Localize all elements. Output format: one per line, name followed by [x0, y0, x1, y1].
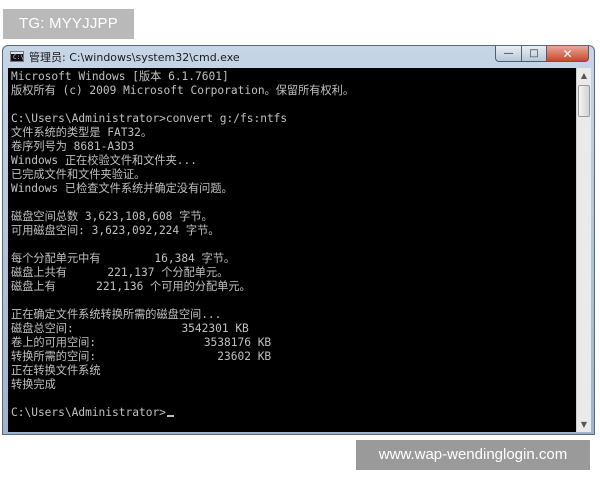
console-output[interactable]: Microsoft Windows [版本 6.1.7601] 版权所有 (c) …: [8, 68, 576, 432]
cmd-window: C:\ 管理员: C:\windows\system32\cmd.exe — □…: [2, 45, 595, 435]
console-line: 磁盘上有 221,136 个可用的分配单元。: [11, 280, 251, 293]
console-line: 磁盘总空间: 3542301 KB: [11, 322, 249, 335]
console-line: 正在确定文件系统转换所需的磁盘空间...: [11, 308, 222, 321]
console-lines: Microsoft Windows [版本 6.1.7601] 版权所有 (c) …: [8, 68, 576, 420]
console-line: 版权所有 (c) 2009 Microsoft Corporation。保留所有…: [11, 84, 355, 97]
console-line: 正在转换文件系统: [11, 364, 101, 377]
console-line: 转换所需的空间: 23602 KB: [11, 350, 272, 363]
scroll-thumb[interactable]: [578, 85, 590, 117]
console-line: 可用磁盘空间: 3,623,092,224 字节。: [11, 224, 220, 237]
console-line: 已完成文件和文件夹验证。: [11, 168, 146, 181]
console-line: C:\Users\Administrator>: [11, 406, 576, 420]
close-button[interactable]: ✕: [547, 46, 589, 62]
console-line: C:\Users\Administrator>convert g:/fs:ntf…: [11, 112, 288, 125]
minimize-icon: —: [503, 48, 514, 59]
minimize-button[interactable]: —: [495, 46, 522, 62]
console-line: Microsoft Windows [版本 6.1.7601]: [11, 70, 229, 83]
console-line: 卷上的可用空间: 3538176 KB: [11, 336, 272, 349]
console-line: Windows 正在校验文件和文件夹...: [11, 154, 197, 167]
maximize-button[interactable]: □: [522, 46, 547, 62]
watermark: www.wap-wendinglogin.com: [356, 440, 590, 470]
scroll-up-icon[interactable]: ▲: [577, 68, 591, 83]
cmd-icon-glyph: C:\: [13, 54, 24, 61]
close-icon: ✕: [562, 46, 573, 61]
scroll-down-icon[interactable]: ▼: [577, 417, 591, 432]
cmd-icon[interactable]: C:\: [10, 51, 24, 62]
maximize-icon: □: [529, 48, 539, 59]
console-line: 文件系统的类型是 FAT32。: [11, 126, 153, 139]
console-line: 磁盘上共有 221,137 个分配单元。: [11, 266, 229, 279]
title-bar[interactable]: C:\ 管理员: C:\windows\system32\cmd.exe — □…: [3, 46, 594, 66]
vertical-scrollbar[interactable]: ▲ ▼: [576, 68, 591, 432]
text-cursor: [166, 415, 174, 417]
console-line: 卷序列号为 8681-A3D3: [11, 140, 135, 153]
console-line: 磁盘空间总数 3,623,108,608 字节。: [11, 210, 213, 223]
tg-badge: TG: MYYJJPP: [3, 9, 134, 39]
window-controls: — □ ✕: [495, 46, 589, 63]
console-line: Windows 已检查文件系统并确定没有问题。: [11, 182, 233, 195]
window-title: 管理员: C:\windows\system32\cmd.exe: [29, 51, 240, 64]
console-line: 转换完成: [11, 378, 56, 391]
console-line: 每个分配单元中有 16,384 字节。: [11, 252, 236, 265]
